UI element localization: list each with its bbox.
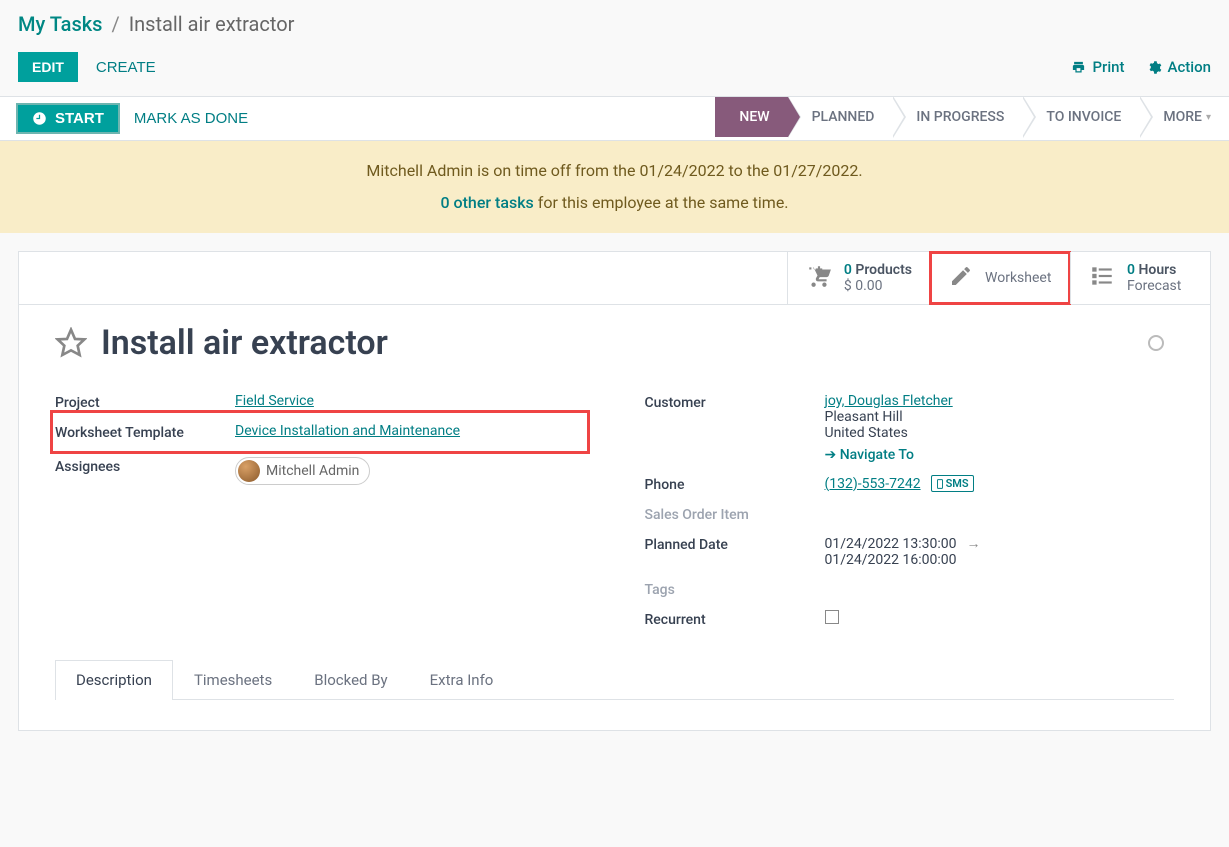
sms-button[interactable]: SMS [931, 475, 974, 492]
label-tags: Tags [645, 580, 825, 598]
form-left-col: Project Field Service Worksheet Template… [55, 387, 585, 634]
stat-products[interactable]: 0 Products $ 0.00 [787, 252, 930, 304]
print-button[interactable]: Print [1071, 58, 1124, 76]
label-customer: Customer [645, 393, 825, 411]
tasks-icon [1089, 263, 1115, 293]
tab-timesheets[interactable]: Timesheets [173, 660, 293, 699]
label-worksheet-template: Worksheet Template [55, 423, 235, 441]
tab-extra-info[interactable]: Extra Info [409, 660, 515, 699]
assignee-tag[interactable]: Mitchell Admin [235, 457, 370, 485]
tab-description[interactable]: Description [55, 660, 173, 700]
form-right-col: Customer joy, Douglas Fletcher Pleasant … [645, 387, 1175, 634]
tab-blocked-by[interactable]: Blocked By [293, 660, 408, 699]
link-worksheet-template[interactable]: Device Installation and Maintenance [235, 423, 460, 439]
pencil-icon [949, 264, 973, 292]
stage-in-progress[interactable]: IN PROGRESS [892, 97, 1022, 137]
favorite-star-icon[interactable] [55, 327, 87, 359]
tabs: Description Timesheets Blocked By Extra … [55, 660, 1174, 700]
page-title: Install air extractor [101, 323, 1148, 363]
start-button[interactable]: START [16, 103, 120, 134]
form-sheet: 0 Products $ 0.00 Worksheet 0 Hours Fore… [18, 251, 1211, 731]
link-phone[interactable]: (132)-553-7242 [825, 476, 921, 492]
arrow-right-icon: → [966, 535, 980, 552]
kanban-state-icon[interactable] [1148, 335, 1164, 351]
planned-end: 01/24/2022 16:00:00 [825, 552, 957, 568]
chevron-down-icon: ▾ [1206, 112, 1211, 123]
arrow-right-icon: ➔ [825, 447, 837, 463]
print-icon [1071, 60, 1086, 75]
breadcrumb: My Tasks / Install air extractor [0, 0, 1229, 44]
stage-tracker: NEW PLANNED IN PROGRESS TO INVOICE MORE▾ [715, 97, 1229, 140]
avatar [238, 460, 260, 482]
navigate-link[interactable]: ➔ Navigate To [825, 447, 914, 463]
mark-done-button[interactable]: MARK AS DONE [120, 103, 262, 134]
stat-worksheet[interactable]: Worksheet [930, 252, 1070, 304]
label-project: Project [55, 393, 235, 411]
warning-banner: Mitchell Admin is on time off from the 0… [0, 141, 1229, 233]
label-planned-date: Planned Date [645, 535, 825, 553]
breadcrumb-sep: / [111, 12, 119, 36]
stat-buttons: 0 Products $ 0.00 Worksheet 0 Hours Fore… [19, 252, 1210, 305]
label-phone: Phone [645, 475, 825, 493]
banner-link[interactable]: 0 other tasks [440, 193, 533, 212]
stage-new[interactable]: NEW [715, 97, 787, 137]
mobile-icon [936, 479, 944, 489]
banner-line1: Mitchell Admin is on time off from the 0… [0, 155, 1229, 187]
recurrent-checkbox[interactable] [825, 610, 839, 624]
create-button[interactable]: CREATE [96, 59, 156, 76]
label-sales-order-item: Sales Order Item [645, 505, 825, 523]
stage-planned[interactable]: PLANNED [788, 97, 893, 137]
customer-country: United States [825, 425, 908, 441]
breadcrumb-root[interactable]: My Tasks [18, 12, 102, 36]
customer-city: Pleasant Hill [825, 409, 903, 425]
action-button[interactable]: Action [1147, 58, 1211, 76]
stage-to-invoice[interactable]: TO INVOICE [1022, 97, 1139, 137]
edit-button[interactable]: EDIT [18, 52, 78, 82]
toolbar: EDIT CREATE Print Action [0, 44, 1229, 96]
cart-icon [806, 263, 832, 293]
label-recurrent: Recurrent [645, 610, 825, 628]
planned-start: 01/24/2022 13:30:00 [825, 536, 957, 552]
gear-icon [1147, 60, 1162, 75]
label-assignees: Assignees [55, 457, 235, 475]
status-bar: START MARK AS DONE NEW PLANNED IN PROGRE… [0, 96, 1229, 141]
clock-icon [32, 111, 47, 126]
breadcrumb-current: Install air extractor [129, 12, 295, 36]
banner-line2: for this employee at the same time. [534, 193, 789, 212]
stat-hours[interactable]: 0 Hours Forecast [1070, 252, 1210, 304]
link-project[interactable]: Field Service [235, 393, 314, 409]
link-customer[interactable]: joy, Douglas Fletcher [825, 393, 953, 409]
